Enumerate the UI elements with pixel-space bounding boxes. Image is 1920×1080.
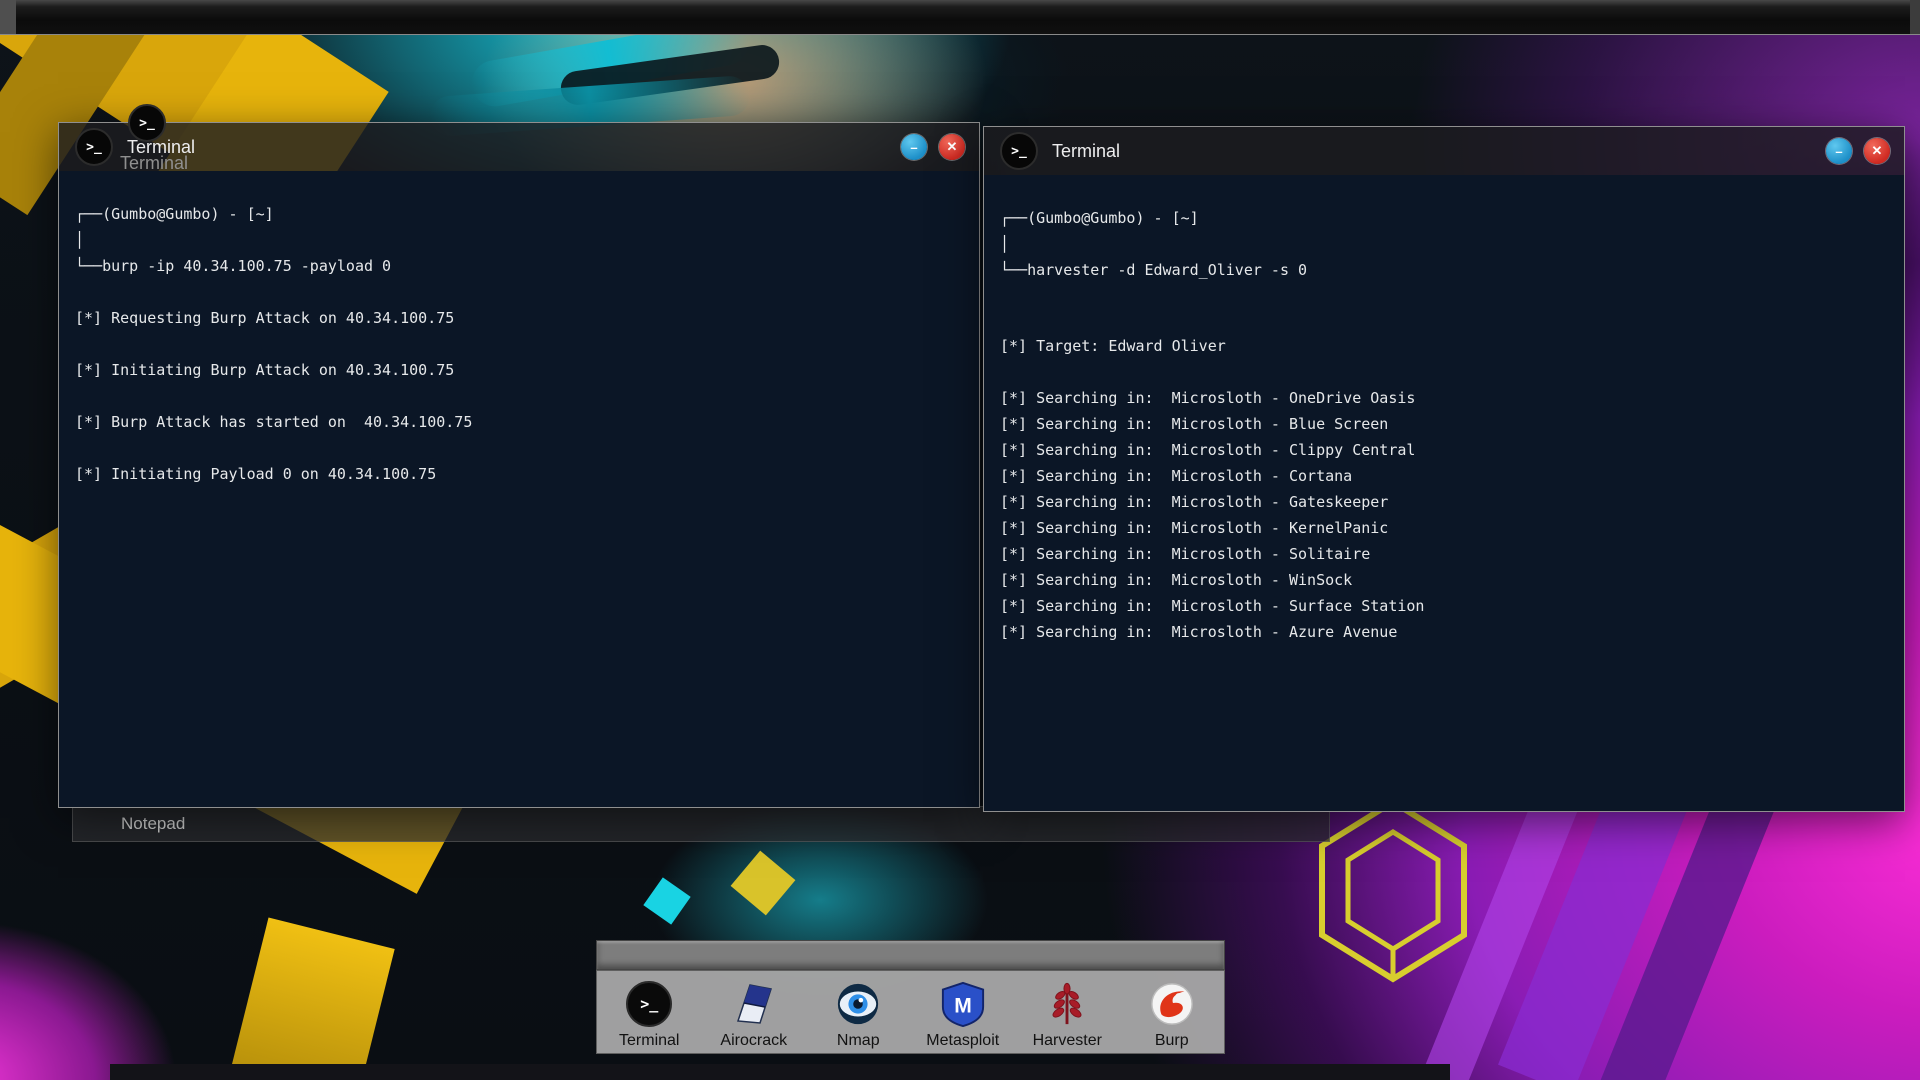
dock-item-airocrack[interactable]: Airocrack	[704, 979, 804, 1050]
target-line: [*] Target: Edward Oliver	[1000, 333, 1888, 359]
output-line: [*] Burp Attack has started on 40.34.100…	[75, 409, 963, 435]
minimized-window-bar[interactable]	[596, 940, 1225, 970]
shell-prompt: ┌──(Gumbo@Gumbo) - [~]│└──harvester -d E…	[1000, 205, 1888, 283]
search-line: [*] Searching in: Microsloth - Cortana	[1000, 463, 1888, 489]
wallpaper-hexagon-emblem	[1318, 798, 1468, 983]
terminal-app-icon: >_	[75, 128, 113, 166]
terminal-right-output-area[interactable]: ┌──(Gumbo@Gumbo) - [~]│└──harvester -d E…	[984, 175, 1904, 811]
top-system-bar	[0, 0, 1920, 35]
window-controls: – ✕	[1826, 138, 1890, 164]
window-title: Terminal	[1052, 141, 1120, 162]
wallpaper-yellow-square	[731, 851, 796, 916]
dock-item-burp[interactable]: Burp	[1122, 979, 1222, 1050]
command-output: [*] Requesting Burp Attack on 40.34.100.…	[75, 305, 963, 487]
close-icon: ✕	[1872, 143, 1883, 159]
application-dock: >_ Terminal Airocrack	[596, 970, 1225, 1054]
minimize-icon: –	[1835, 144, 1842, 159]
metasploit-letter: M	[954, 995, 972, 1018]
search-line: [*] Searching in: Microsloth - Blue Scre…	[1000, 411, 1888, 437]
terminal-app-icon: >_	[1000, 132, 1038, 170]
dock-label-harvester: Harvester	[1033, 1032, 1102, 1050]
output-line: [*] Initiating Burp Attack on 40.34.100.…	[75, 357, 963, 383]
metasploit-shield-icon: M	[938, 979, 988, 1029]
output-line: [*] Initiating Payload 0 on 40.34.100.75	[75, 461, 963, 487]
prompt-line: └──harvester -d Edward_Oliver -s 0	[1000, 257, 1888, 283]
terminal-prompt-glyph: >_	[1011, 144, 1027, 159]
search-line: [*] Searching in: Microsloth - KernelPan…	[1000, 515, 1888, 541]
notepad-window-title: Notepad	[121, 814, 185, 834]
harvester-wheat-icon	[1042, 979, 1092, 1029]
background-terminal-window-icon[interactable]: >_	[128, 104, 166, 142]
prompt-line: └──burp -ip 40.34.100.75 -payload 0	[75, 253, 963, 279]
search-line: [*] Searching in: Microsloth - Clippy Ce…	[1000, 437, 1888, 463]
dock-item-harvester[interactable]: Harvester	[1017, 979, 1117, 1050]
burp-swirl-icon	[1147, 979, 1197, 1029]
dock-label-airocrack: Airocrack	[720, 1032, 787, 1050]
airocrack-flag-icon	[729, 979, 779, 1029]
dock-label-metasploit: Metasploit	[926, 1032, 999, 1050]
wallpaper-yellow-arm	[215, 918, 394, 1080]
prompt-line: │	[1000, 231, 1888, 257]
terminal-prompt-glyph: >_	[640, 995, 658, 1013]
minimize-icon: –	[910, 140, 917, 155]
terminal-right-titlebar[interactable]: >_ Terminal – ✕	[984, 127, 1904, 175]
dock-label-nmap: Nmap	[837, 1032, 880, 1050]
dock-label-terminal: Terminal	[619, 1032, 679, 1050]
prompt-line: ┌──(Gumbo@Gumbo) - [~]	[1000, 205, 1888, 231]
search-line: [*] Searching in: Microsloth - Surface S…	[1000, 593, 1888, 619]
search-line: [*] Searching in: Microsloth - Solitaire	[1000, 541, 1888, 567]
terminal-window-left: >_ Terminal – ✕ ┌──(Gumbo@Gumbo) - [~]│└…	[58, 122, 980, 808]
minimize-button[interactable]: –	[901, 134, 927, 160]
dock-item-metasploit[interactable]: M Metasploit	[913, 979, 1013, 1050]
close-button[interactable]: ✕	[1864, 138, 1890, 164]
search-output: [*] Searching in: Microsloth - OneDrive …	[1000, 385, 1888, 645]
nmap-eye-icon	[833, 979, 883, 1029]
background-terminal-window-title: Terminal	[120, 153, 188, 174]
dock-item-nmap[interactable]: Nmap	[808, 979, 908, 1050]
dock-item-terminal[interactable]: >_ Terminal	[599, 979, 699, 1050]
close-icon: ✕	[947, 139, 958, 155]
terminal-prompt-glyph: >_	[139, 116, 155, 131]
search-line: [*] Searching in: Microsloth - OneDrive …	[1000, 385, 1888, 411]
terminal-window-right: >_ Terminal – ✕ ┌──(Gumbo@Gumbo) - [~]│└…	[983, 126, 1905, 812]
search-line: [*] Searching in: Microsloth - WinSock	[1000, 567, 1888, 593]
dock-label-burp: Burp	[1155, 1032, 1189, 1050]
window-controls: – ✕	[901, 134, 965, 160]
search-line: [*] Searching in: Microsloth - Gateskeep…	[1000, 489, 1888, 515]
desktop: >_ Terminal Notepad >_ Terminal – ✕ ┌──(…	[0, 0, 1920, 1080]
terminal-prompt-glyph: >_	[86, 140, 102, 155]
output-line: [*] Requesting Burp Attack on 40.34.100.…	[75, 305, 963, 331]
prompt-line: ┌──(Gumbo@Gumbo) - [~]	[75, 201, 963, 227]
terminal-icon: >_	[624, 979, 674, 1029]
shell-prompt: ┌──(Gumbo@Gumbo) - [~]│└──burp -ip 40.34…	[75, 201, 963, 279]
minimize-button[interactable]: –	[1826, 138, 1852, 164]
close-button[interactable]: ✕	[939, 134, 965, 160]
terminal-left-titlebar[interactable]: >_ Terminal – ✕	[59, 123, 979, 171]
terminal-left-output-area[interactable]: ┌──(Gumbo@Gumbo) - [~]│└──burp -ip 40.34…	[59, 171, 979, 807]
wallpaper-cyan-square	[643, 877, 690, 924]
bottom-taskbar	[110, 1064, 1450, 1080]
prompt-line: │	[75, 227, 963, 253]
search-line: [*] Searching in: Microsloth - Azure Ave…	[1000, 619, 1888, 645]
